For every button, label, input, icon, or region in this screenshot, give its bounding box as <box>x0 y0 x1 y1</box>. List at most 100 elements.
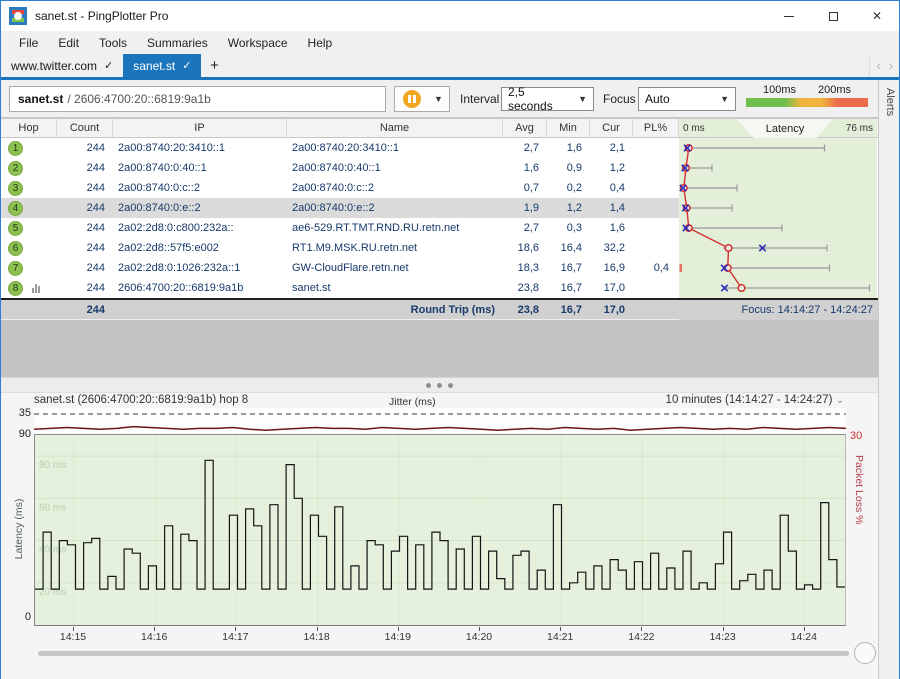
cell-cur: 1,6 <box>609 222 625 234</box>
cell-min: 16,4 <box>560 242 582 254</box>
header-count[interactable]: Count <box>57 119 113 137</box>
cell-name: 2a00:8740:20:3410::1 <box>292 142 400 154</box>
latency-title-tab: Latency <box>737 119 833 139</box>
time-tick-label: 14:18 <box>303 631 330 643</box>
target-address-box[interactable]: sanet.st / 2606:4700:20::6819:9a1b <box>9 86 386 112</box>
cell-cur: 2,1 <box>609 142 625 154</box>
timeline-title: sanet.st (2606:4700:20::6819:9a1b) hop 8 <box>34 394 249 406</box>
cell-avg: 2,7 <box>523 142 539 154</box>
menu-file[interactable]: File <box>9 33 48 53</box>
cell-name: 2a00:8740:0:e::2 <box>287 198 503 218</box>
header-min[interactable]: Min <box>547 119 590 137</box>
round-trip-label: Round Trip (ms) <box>410 304 495 316</box>
packet-loss-max-label: 30 <box>850 430 863 442</box>
hop-badge: 5 <box>8 220 23 236</box>
cell-min: 16,7 <box>560 282 582 294</box>
header-ip[interactable]: IP <box>113 119 287 137</box>
svg-text:60 ms: 60 ms <box>39 502 66 513</box>
header-name[interactable]: Name <box>287 119 503 137</box>
cell-avg: 2,7 <box>523 222 539 234</box>
tab-www-twitter-com[interactable]: www.twitter.com ✓ <box>1 54 123 77</box>
alerts-tab[interactable]: Alerts <box>882 88 896 116</box>
cell-pl <box>633 178 679 198</box>
cell-pl <box>633 238 679 258</box>
minimize-button[interactable] <box>767 1 811 31</box>
header-avg[interactable]: Avg <box>503 119 547 137</box>
table-rows: 1 244 2a00:8740:20:3410::1 2a00:8740:20:… <box>1 138 878 298</box>
menu-tools[interactable]: Tools <box>89 33 137 53</box>
jitter-strip <box>33 408 847 434</box>
hop-badge: 1 <box>8 140 23 156</box>
minimize-icon <box>784 15 794 17</box>
chevron-down-icon: ⌄ <box>835 395 844 406</box>
timeline-range-selector[interactable]: 10 minutes (14:14:27 - 14:24:27) ⌄ <box>666 394 844 406</box>
alerts-side-panel: Alerts <box>878 80 899 679</box>
menu-help[interactable]: Help <box>298 33 343 53</box>
cell-pl <box>633 158 679 178</box>
cell-cur: 1,4 <box>590 198 633 218</box>
summary-cur: 17,0 <box>603 304 625 316</box>
jitter-axis-label: Jitter (ms) <box>389 396 436 408</box>
header-pl[interactable]: PL% <box>633 119 679 137</box>
cell-name: GW-CloudFlare.retn.net <box>292 262 409 274</box>
cell-avg: 18,3 <box>517 262 539 274</box>
hop-badge: 8 <box>8 280 23 296</box>
header-hop[interactable]: Hop <box>1 119 57 137</box>
header-cur[interactable]: Cur <box>590 119 633 137</box>
header-latency[interactable]: 0 ms Latency 76 ms <box>679 119 877 139</box>
new-tab-button[interactable]: + <box>201 54 227 77</box>
pause-button[interactable] <box>394 86 429 112</box>
cell-min: 0,9 <box>566 162 582 174</box>
cell-cur: 32,2 <box>603 242 625 254</box>
splitter-handle[interactable] <box>1 377 878 393</box>
menu-summaries[interactable]: Summaries <box>137 33 218 53</box>
chevron-down-icon: ▼ <box>720 94 729 104</box>
empty-panel-area <box>1 320 878 377</box>
latency-color-legend: 100ms 200ms <box>746 84 868 107</box>
cell-pl <box>633 198 679 218</box>
timeline-panel: sanet.st (2606:4700:20::6819:9a1b) hop 8… <box>1 393 878 679</box>
cell-count: 244 <box>86 222 105 234</box>
pause-dropdown-button[interactable]: ▼ <box>428 86 450 112</box>
latency-time-graph[interactable]: 80 ms 60 ms 40 ms 20 ms <box>34 434 846 626</box>
legend-200ms: 200ms <box>818 84 852 96</box>
window-title: sanet.st - PingPlotter Pro <box>35 9 169 23</box>
latency-axis-label: Latency (ms) <box>13 498 25 560</box>
cell-count: 244 <box>86 142 105 154</box>
cell-cur: 1,2 <box>609 162 625 174</box>
cell-ip: 2a00:8740:0:e::2 <box>113 198 287 218</box>
time-tick-label: 14:17 <box>222 631 249 643</box>
summary-count: 244 <box>86 304 105 316</box>
cell-ip: 2a02:2d8:0:1026:232a::1 <box>118 262 241 274</box>
cell-name: 2a00:8740:0:40::1 <box>292 162 381 174</box>
menu-workspace[interactable]: Workspace <box>218 33 298 53</box>
scrollbar-handle[interactable] <box>854 642 876 664</box>
maximize-button[interactable] <box>811 1 855 31</box>
cell-min: 1,2 <box>547 198 590 218</box>
cell-pl <box>633 138 679 158</box>
cell-count: 244 <box>86 162 105 174</box>
cell-cur: 17,0 <box>603 282 625 294</box>
timeline-scrollbar[interactable] <box>38 642 876 664</box>
latency-zero-label: 0 <box>24 611 31 623</box>
close-icon: ✕ <box>871 9 883 23</box>
tab-sanet-st[interactable]: sanet.st ✓ <box>123 54 202 77</box>
cell-pl <box>633 218 679 238</box>
cell-name: RT1.M9.MSK.RU.retn.net <box>292 242 418 254</box>
tab-scroll-left-icon[interactable]: ‹ <box>876 58 880 73</box>
menu-edit[interactable]: Edit <box>48 33 89 53</box>
time-tick-label: 14:15 <box>59 631 87 643</box>
focus-label: Focus <box>603 92 636 106</box>
time-tick-label: 14:22 <box>628 631 655 643</box>
interval-select[interactable]: 2,5 seconds ▼ <box>501 85 594 113</box>
cell-avg: 1,6 <box>523 162 539 174</box>
close-button[interactable]: ✕ <box>855 1 899 31</box>
time-tick-label: 14:23 <box>709 631 736 643</box>
cell-count: 244 <box>57 198 113 218</box>
focus-select[interactable]: Auto ▼ <box>638 87 736 111</box>
time-tick-label: 14:20 <box>465 631 493 643</box>
hop-badge: 2 <box>8 160 23 176</box>
tab-scroll-right-icon[interactable]: › <box>889 58 893 73</box>
hop-badge: 6 <box>8 240 23 256</box>
menu-bar: File Edit Tools Summaries Workspace Help <box>1 31 899 54</box>
